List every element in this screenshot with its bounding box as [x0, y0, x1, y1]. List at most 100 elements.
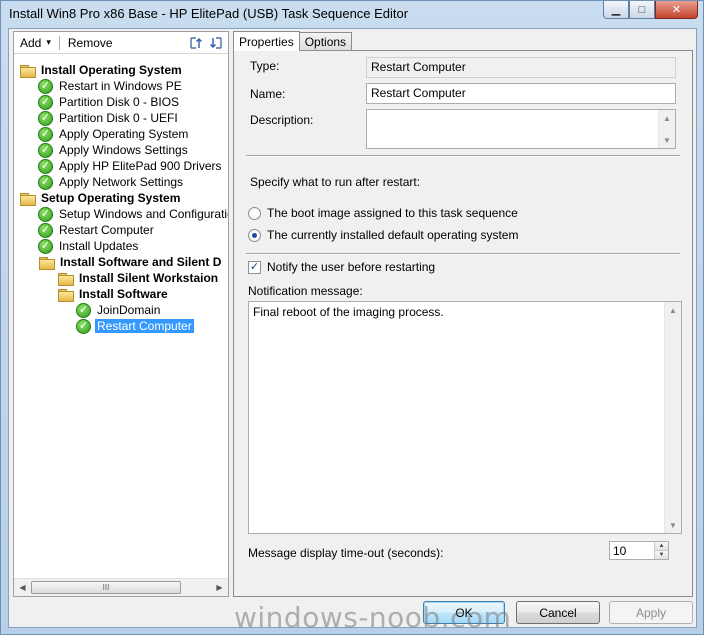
tab-properties[interactable]: Properties — [233, 31, 300, 51]
tree-toolbar: Add ▾ Remove — [14, 32, 228, 54]
tree-item[interactable]: ✓ JoinDomain — [76, 302, 162, 318]
tree-item[interactable]: Install Software — [57, 286, 170, 302]
close-button[interactable]: ✕ — [655, 1, 698, 19]
tree-item[interactable]: Install Silent Workstaion — [57, 270, 220, 286]
scroll-up-arrow-icon[interactable]: ▲ — [659, 110, 675, 126]
tree-item-label: Setup Operating System — [41, 191, 181, 205]
success-check-icon: ✓ — [76, 318, 91, 334]
tree-item-label: Apply HP ElitePad 900 Drivers — [59, 159, 222, 173]
radio-default-os[interactable]: The currently installed default operatin… — [248, 228, 518, 242]
scroll-down-arrow-icon[interactable]: ▼ — [659, 132, 675, 148]
success-check-icon: ✓ — [38, 78, 53, 94]
type-label: Type: — [250, 59, 280, 73]
client-area: Add ▾ Remove Install Operating System ✓ … — [8, 28, 697, 628]
separator-middle — [246, 253, 680, 255]
stepper-up-icon[interactable]: ▲ — [655, 542, 668, 550]
toolbar-separator — [58, 35, 60, 50]
folder-icon — [19, 192, 36, 206]
timeout-stepper[interactable]: 10 ▲ ▼ — [609, 541, 669, 560]
scroll-thumb[interactable]: III — [31, 581, 181, 594]
folder-icon — [19, 64, 36, 78]
tree-item-label: Install Silent Workstaion — [79, 271, 219, 285]
scroll-right-arrow-icon[interactable]: ▶ — [211, 579, 228, 596]
tree-item[interactable]: ✓ Restart Computer — [38, 222, 156, 238]
remove-button[interactable]: Remove — [62, 36, 119, 50]
tree-item-label: JoinDomain — [97, 303, 161, 317]
tree-item[interactable]: ✓ Partition Disk 0 - BIOS — [38, 94, 181, 110]
add-menu-button[interactable]: Add ▾ — [14, 36, 57, 50]
timeout-value[interactable]: 10 — [610, 542, 654, 559]
tree-item[interactable]: ✓ Apply Network Settings — [38, 174, 185, 190]
window-title: Install Win8 Pro x86 Base - HP ElitePad … — [9, 6, 409, 21]
tree-item-label: Apply Operating System — [59, 127, 189, 141]
tree-item[interactable]: ✓ Restart Computer — [76, 318, 194, 334]
move-down-icon[interactable] — [208, 35, 224, 51]
tree-item-label: Partition Disk 0 - BIOS — [59, 95, 180, 109]
tree-item-label: Setup Windows and Configuration — [59, 207, 228, 221]
notify-user-checkbox[interactable]: ✓ Notify the user before restarting — [248, 260, 435, 274]
minimize-button[interactable]: ▁ — [603, 1, 629, 19]
property-tabs: Properties Options — [233, 31, 353, 51]
scroll-left-arrow-icon[interactable]: ◀ — [14, 579, 31, 596]
radio-boot-image-indicator[interactable] — [248, 206, 261, 220]
tree-item-label: Install Software — [79, 287, 168, 301]
radio-boot-image-label: The boot image assigned to this task seq… — [267, 206, 518, 220]
tree-item[interactable]: Install Operating System — [19, 62, 184, 78]
notification-message-field[interactable]: Final reboot of the imaging process. ▲ ▼ — [248, 301, 682, 534]
tree-item[interactable]: ✓ Setup Windows and Configuration — [38, 206, 228, 222]
scroll-up-arrow-icon[interactable]: ▲ — [665, 302, 681, 318]
tree-item-label: Restart in Windows PE — [59, 79, 182, 93]
description-field[interactable]: ▲ ▼ — [366, 109, 676, 149]
notification-scrollbar[interactable]: ▲ ▼ — [664, 302, 681, 533]
tree-item-label: Restart Computer — [95, 319, 194, 333]
radio-default-os-label: The currently installed default operatin… — [267, 228, 519, 242]
stepper-down-icon[interactable]: ▼ — [655, 550, 668, 559]
notify-checkbox-indicator[interactable]: ✓ — [248, 260, 261, 274]
timeout-label: Message display time-out (seconds): — [248, 546, 444, 560]
toolbar-icons — [188, 35, 228, 51]
tree-item[interactable]: ✓ Restart in Windows PE — [38, 78, 184, 94]
success-check-icon: ✓ — [76, 302, 91, 318]
success-check-icon: ✓ — [38, 238, 53, 254]
task-sequence-editor-window: Install Win8 Pro x86 Base - HP ElitePad … — [0, 0, 704, 635]
tree-item[interactable]: ✓ Install Updates — [38, 238, 140, 254]
folder-icon — [57, 288, 74, 302]
properties-panel: Type: Restart Computer Name: Restart Com… — [233, 50, 693, 597]
tree-item[interactable]: Install Software and Silent D — [38, 254, 223, 270]
notify-user-label: Notify the user before restarting — [267, 260, 436, 274]
add-label: Add — [20, 35, 42, 50]
success-check-icon: ✓ — [38, 94, 53, 110]
folder-icon — [57, 272, 74, 286]
tree-item-label: Partition Disk 0 - UEFI — [59, 111, 178, 125]
success-check-icon: ✓ — [38, 174, 53, 190]
tree-item[interactable]: ✓ Partition Disk 0 - UEFI — [38, 110, 180, 126]
tree-item-label: Apply Windows Settings — [59, 143, 188, 157]
cancel-button[interactable]: Cancel — [516, 601, 600, 624]
chevron-down-icon: ▾ — [46, 37, 51, 47]
tree-item-label: Restart Computer — [59, 223, 154, 237]
success-check-icon: ✓ — [38, 222, 53, 238]
tree-item[interactable]: Setup Operating System — [19, 190, 182, 206]
folder-icon — [38, 256, 55, 270]
tree-item[interactable]: ✓ Apply HP ElitePad 900 Drivers — [38, 158, 224, 174]
move-up-icon[interactable] — [188, 35, 204, 51]
name-field[interactable]: Restart Computer — [366, 83, 676, 104]
tree-item[interactable]: ✓ Apply Windows Settings — [38, 142, 190, 158]
radio-boot-image[interactable]: The boot image assigned to this task seq… — [248, 206, 518, 220]
window-controls: ▁ □ ✕ — [603, 1, 698, 19]
scroll-down-arrow-icon[interactable]: ▼ — [665, 517, 681, 533]
description-scrollbar[interactable]: ▲ ▼ — [658, 110, 675, 148]
tree-item[interactable]: ✓ Apply Operating System — [38, 126, 190, 142]
apply-button: Apply — [609, 601, 693, 624]
maximize-button[interactable]: □ — [629, 1, 655, 19]
ok-button[interactable]: OK — [423, 601, 505, 624]
radio-default-os-indicator[interactable] — [248, 228, 261, 242]
tab-options[interactable]: Options — [298, 32, 353, 51]
task-sequence-pane: Add ▾ Remove Install Operating System ✓ … — [13, 31, 229, 597]
after-restart-label: Specify what to run after restart: — [250, 175, 421, 189]
success-check-icon: ✓ — [38, 142, 53, 158]
task-sequence-tree[interactable]: Install Operating System ✓ Restart in Wind… — [14, 56, 228, 578]
scroll-grip: III — [102, 583, 110, 592]
tree-horizontal-scrollbar[interactable]: ◀ III ▶ — [14, 578, 228, 596]
title-bar[interactable]: Install Win8 Pro x86 Base - HP ElitePad … — [1, 1, 703, 27]
